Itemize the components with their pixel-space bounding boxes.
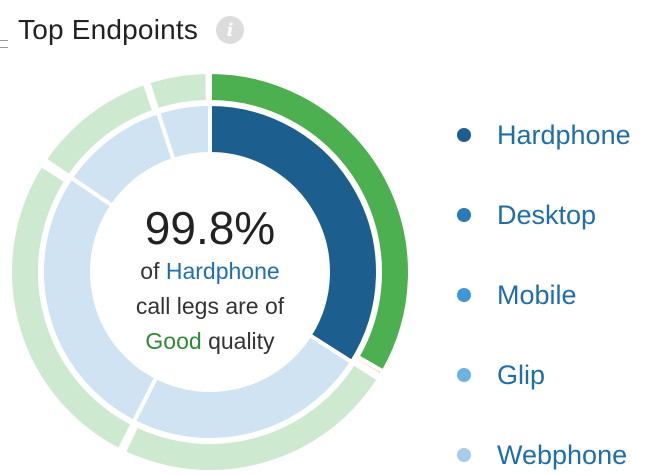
- good-quality-percent: 99.8%: [144, 202, 276, 254]
- summary-line-1: of Hardphone: [95, 254, 325, 289]
- legend-item-desktop[interactable]: Desktop: [457, 175, 631, 255]
- legend-label: Mobile: [497, 279, 577, 310]
- legend-item-hardphone[interactable]: Hardphone: [457, 95, 631, 175]
- endpoints-donut-chart: 99.8% of Hardphone call legs are of Good…: [0, 70, 420, 475]
- selected-endpoint-label: Hardphone: [165, 258, 280, 284]
- legend-label: Hardphone: [497, 119, 631, 150]
- info-icon-glyph: i: [226, 19, 234, 41]
- legend-item-webphone[interactable]: Webphone: [457, 415, 631, 475]
- summary-suffix: quality: [201, 328, 275, 354]
- legend-dot-icon: [457, 368, 471, 382]
- panel-edge-mark: [0, 40, 8, 48]
- summary-prefix: of: [140, 258, 166, 284]
- legend-item-glip[interactable]: Glip: [457, 335, 631, 415]
- top-endpoints-widget: Top Endpoints i 99.8% of Hardphone call …: [0, 0, 668, 475]
- legend-label: Glip: [497, 359, 546, 390]
- donut-center-summary: 99.8% of Hardphone call legs are of Good…: [95, 202, 325, 359]
- summary-line-3: Good quality: [95, 324, 325, 359]
- legend-label: Desktop: [497, 199, 597, 230]
- widget-header: Top Endpoints i: [18, 8, 245, 52]
- outer-segment-webphone-poor[interactable]: [206, 70, 212, 105]
- legend-dot-icon: [457, 128, 471, 142]
- summary-line-2: call legs are of: [135, 293, 285, 319]
- legend-dot-icon: [457, 288, 471, 302]
- legend-dot-icon: [457, 208, 471, 222]
- info-icon[interactable]: i: [216, 16, 245, 44]
- quality-label: Good: [145, 328, 202, 354]
- legend-label: Webphone: [497, 439, 628, 470]
- chart-legend: Hardphone Desktop Mobile Glip Webphone: [457, 95, 631, 475]
- legend-item-mobile[interactable]: Mobile: [457, 255, 631, 335]
- legend-dot-icon: [457, 448, 471, 462]
- widget-title: Top Endpoints: [18, 14, 199, 45]
